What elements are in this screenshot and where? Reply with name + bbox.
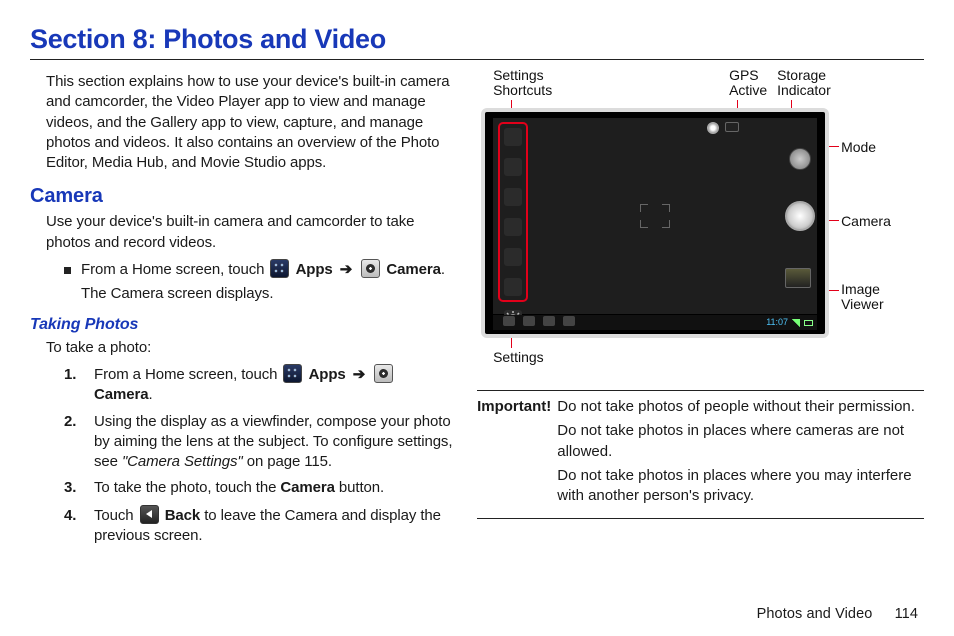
important-rule-bottom (477, 518, 924, 519)
settings-shortcut-strip (498, 122, 528, 302)
left-column: This section explains how to use your de… (30, 72, 457, 546)
step-4: 4. Touch Back to leave the Camera and di… (64, 505, 457, 547)
viewfinder-area (493, 118, 817, 314)
camera-desc: Use your device's built-in camera and ca… (46, 212, 457, 253)
focus-brackets-icon (640, 204, 670, 228)
step-number: 4. (64, 506, 86, 526)
camera-app-icon (374, 364, 393, 383)
apps-icon (283, 364, 302, 383)
softkey-icon[interactable] (543, 316, 555, 326)
camera-app-icon (361, 259, 380, 278)
step-2: 2. Using the display as a viewfinder, co… (64, 412, 457, 473)
step-number: 3. (64, 478, 86, 498)
label-gps: GPS Active (729, 68, 767, 99)
label-camera: Camera (841, 214, 891, 229)
label-settings-shortcuts: Settings Shortcuts (493, 68, 552, 99)
softkey-icon[interactable] (523, 316, 535, 326)
step3-bold: Camera (280, 479, 334, 496)
shutter-button[interactable] (785, 201, 815, 231)
label-viewer: Image Viewer (841, 282, 884, 313)
bullet-line2: The Camera screen displays. (81, 285, 273, 302)
image-viewer-button[interactable] (785, 268, 811, 288)
storage-indicator-icon (725, 122, 739, 132)
important-rule-top (477, 390, 924, 391)
bullet-square-icon (64, 267, 71, 274)
camera-diagram: Settings Shortcuts GPS Active Storage In… (481, 72, 911, 382)
shortcut-icon[interactable] (504, 248, 522, 266)
camera-label: Camera (386, 261, 440, 278)
important-line: Do not take photos in places where you m… (557, 466, 924, 507)
shortcut-icon[interactable] (504, 188, 522, 206)
apps-icon (270, 259, 289, 278)
softkey-icon[interactable] (503, 316, 515, 326)
important-label: Important! (477, 397, 551, 510)
arrow-icon: ➔ (340, 261, 352, 278)
footer-section: Photos and Video (757, 606, 873, 622)
device-mockup: 11:07 (481, 108, 829, 338)
footer-page: 114 (895, 606, 918, 622)
taking-photos-heading: Taking Photos (30, 314, 457, 336)
intro-text: This section explains how to use your de… (46, 72, 457, 173)
back-icon (140, 505, 159, 524)
step-1: 1. From a Home screen, touch Apps ➔ Came… (64, 364, 457, 406)
signal-icon (792, 319, 800, 327)
home-bullet: From a Home screen, touch Apps ➔ Camera.… (64, 259, 457, 305)
step-number: 1. (64, 365, 86, 385)
label-settings: Settings (493, 350, 544, 365)
label-mode: Mode (841, 140, 876, 155)
step4-bold: Back (165, 507, 200, 524)
step1-cam: Camera (94, 386, 148, 403)
label-storage: Storage Indicator (777, 68, 831, 99)
title-rule (30, 59, 924, 60)
arrow-icon: ➔ (353, 366, 365, 383)
right-column: Settings Shortcuts GPS Active Storage In… (477, 72, 924, 546)
taking-intro: To take a photo: (46, 338, 457, 358)
shortcut-icon[interactable] (504, 158, 522, 176)
bullet-pre: From a Home screen, touch (81, 261, 268, 278)
important-line: Do not take photos of people without the… (557, 397, 924, 417)
apps-label: Apps (296, 261, 333, 278)
step4-pre: Touch (94, 507, 138, 524)
step2-ref: "Camera Settings" (122, 453, 243, 470)
battery-icon (804, 320, 813, 326)
step-3: 3. To take the photo, touch the Camera b… (64, 478, 457, 498)
step1-post: . (148, 386, 152, 403)
bullet-post: . (441, 261, 445, 278)
shortcut-icon[interactable] (504, 128, 522, 146)
camera-heading: Camera (30, 183, 457, 210)
gps-indicator-icon (707, 122, 719, 134)
mode-button[interactable] (789, 148, 811, 170)
step1-pre: From a Home screen, touch (94, 366, 281, 383)
step3-post: button. (335, 479, 384, 496)
status-time: 11:07 (766, 316, 788, 328)
softkey-icon[interactable] (563, 316, 575, 326)
page-footer: Photos and Video 114 (757, 606, 918, 622)
step-number: 2. (64, 412, 86, 432)
important-note: Important! Do not take photos of people … (477, 397, 924, 510)
status-bar: 11:07 (493, 315, 817, 330)
shortcut-icon[interactable] (504, 218, 522, 236)
step1-apps: Apps (309, 366, 346, 383)
soft-keys (503, 316, 575, 326)
step2-ref-post: on page 115. (247, 453, 332, 470)
shortcut-icon[interactable] (504, 278, 522, 296)
step3-pre: To take the photo, touch the (94, 479, 280, 496)
important-line: Do not take photos in places where camer… (557, 421, 924, 462)
section-title: Section 8: Photos and Video (30, 24, 924, 55)
